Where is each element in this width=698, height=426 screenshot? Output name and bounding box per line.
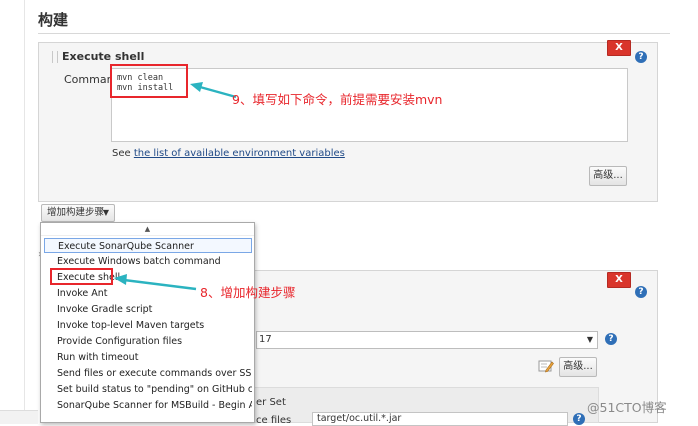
annotation-arrows <box>114 82 237 291</box>
annotation-add-step-note: 8、增加构建步骤 <box>200 285 296 300</box>
bottom-status-strip <box>0 410 38 424</box>
watermark: @51CTO博客 <box>587 400 667 415</box>
arrow-icon <box>114 274 197 291</box>
annotation-command-note: 9、填写如下命令，前提需要安装mvn <box>232 92 443 107</box>
arrow-icon <box>190 82 237 99</box>
